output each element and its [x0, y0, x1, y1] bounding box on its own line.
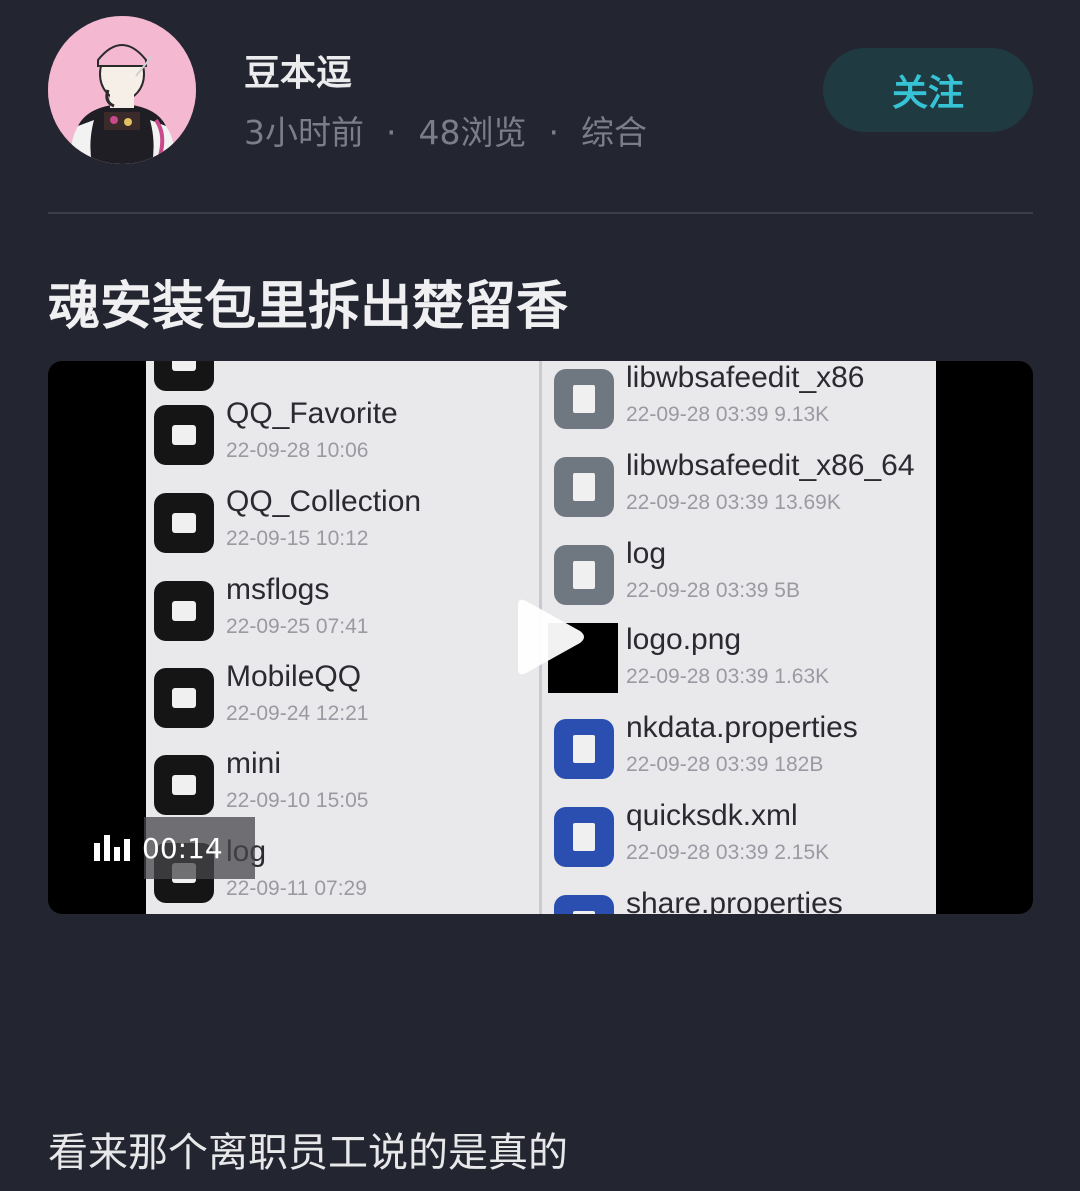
file-row: logo.png 22-09-28 03:39 1.63K [548, 623, 934, 703]
file-row: MobileQQ 22-09-24 12:21 [154, 660, 534, 740]
file-row: QQ_Collection 22-09-15 10:12 [154, 485, 534, 565]
file-icon [554, 457, 614, 517]
file-row: libwbsafeedit_x86 22-09-28 03:39 9.13K [554, 361, 934, 441]
folder-icon [154, 755, 214, 815]
view-count: 48浏览 [418, 113, 527, 152]
author-name[interactable]: 豆本逗 [244, 44, 352, 96]
post-body: 看来那个离职员工说的是真的 [48, 1130, 568, 1176]
file-row: libwbsafeedit_x86_64 22-09-28 03:39 13.6… [554, 449, 934, 529]
header-divider [48, 212, 1033, 214]
file-row: msflogs 22-09-25 07:41 [154, 573, 534, 653]
code-file-icon [554, 807, 614, 867]
video-player[interactable]: QQ_Favorite 22-09-28 10:06 QQ_Collection… [48, 361, 1033, 914]
post-category[interactable]: 综合 [581, 113, 647, 152]
file-row: QQ_Favorite 22-09-28 10:06 [154, 397, 534, 477]
document-icon [554, 895, 614, 914]
folder-icon [154, 405, 214, 465]
file-icon [554, 545, 614, 605]
file-row: log 22-09-28 03:39 5B [554, 537, 934, 617]
video-duration: 00:14 [142, 831, 223, 865]
folder-icon [154, 581, 214, 641]
document-icon [554, 719, 614, 779]
meta-separator: · [548, 113, 560, 152]
follow-button[interactable]: 关注 [823, 48, 1033, 132]
file-row: mini 22-09-10 15:05 [154, 747, 534, 827]
file-row: quicksdk.xml 22-09-28 03:39 2.15K [554, 799, 934, 879]
post-time: 3小时前 [244, 113, 364, 152]
avatar-illustration [48, 16, 196, 164]
folder-icon [154, 668, 214, 728]
file-icon [554, 369, 614, 429]
video-duration-badge: 00:14 [48, 817, 255, 879]
bar-chart-icon [94, 835, 130, 861]
file-row: share.properties [554, 887, 934, 914]
author-avatar[interactable] [48, 16, 196, 164]
folder-icon [154, 493, 214, 553]
file-row: nkdata.properties 22-09-28 03:39 182B [554, 711, 934, 791]
post-title: 魂安装包里拆出楚留香 [48, 277, 569, 337]
play-icon[interactable] [508, 597, 588, 677]
meta-separator: · [386, 113, 397, 152]
post-meta: 3小时前 · 48浏览 · 综合 [244, 106, 647, 154]
